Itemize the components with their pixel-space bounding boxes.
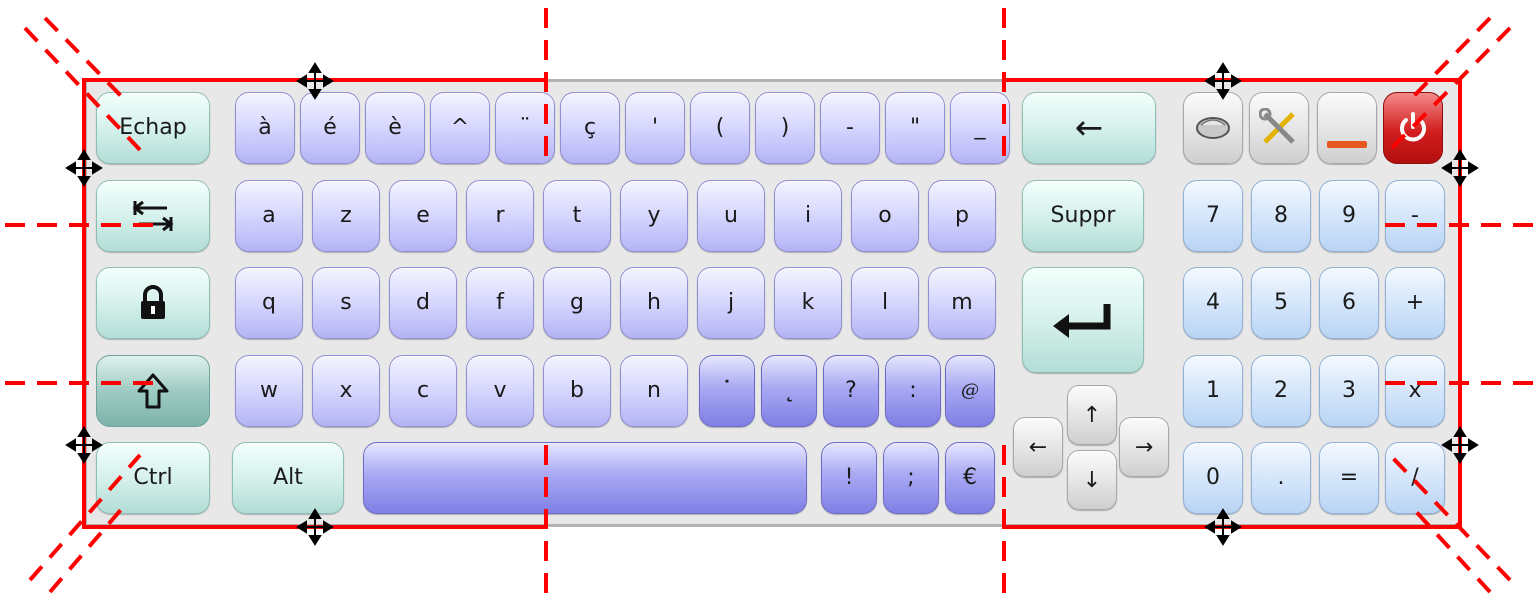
selection-overlay (5, 8, 1535, 602)
